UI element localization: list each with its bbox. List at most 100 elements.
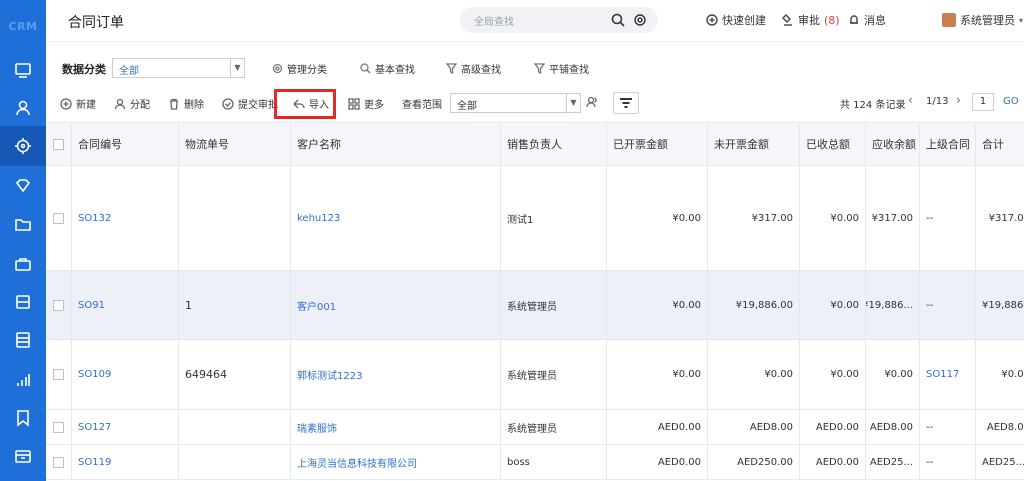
contract-id-link[interactable]: SO109 <box>72 340 179 409</box>
row-select-cell <box>46 340 72 409</box>
list-icon <box>16 332 30 348</box>
quick-create-button[interactable]: 快速创建 <box>706 12 766 28</box>
column-filter-button[interactable] <box>613 92 639 114</box>
approval-button[interactable]: 审批 (8) <box>782 12 840 28</box>
manage-category-button[interactable]: 管理分类 <box>272 61 327 76</box>
sidebar-item-tags[interactable] <box>0 166 46 206</box>
received-cell: ¥0.00 <box>800 271 866 339</box>
row-select-cell <box>46 445 72 479</box>
column-header[interactable]: 物流单号 <box>179 123 291 166</box>
search-settings-icon[interactable] <box>632 12 648 28</box>
column-header[interactable]: 客户名称 <box>291 123 501 166</box>
user-menu[interactable]: 系统管理员 ▾ <box>942 12 1023 28</box>
sidebar: CRM <box>0 0 46 481</box>
row-select-cell <box>46 166 72 270</box>
grid-icon <box>348 97 360 110</box>
chevron-left-icon[interactable]: ‹ <box>908 93 913 107</box>
invoiced-cell: AED0.00 <box>607 445 708 479</box>
column-header[interactable]: 销售负责人 <box>501 123 607 166</box>
submit-approval-button[interactable]: 提交审批 <box>222 96 278 111</box>
total-cell: AED8.00 <box>986 421 1024 433</box>
flat-search-button[interactable]: 平铺查找 <box>534 61 589 76</box>
sidebar-item-reports[interactable] <box>0 320 46 360</box>
column-header[interactable]: 应收余额 <box>866 123 920 166</box>
contract-id-link[interactable]: SO127 <box>72 410 179 444</box>
customer-link[interactable]: 上海灵当信息科技有限公司 <box>291 445 501 479</box>
search-icon <box>360 63 371 74</box>
advanced-search-button[interactable]: 高级查找 <box>446 61 501 76</box>
table-row[interactable]: SO132 kehu123 测试1 ¥0.00 ¥317.00 ¥0.00 ¥3… <box>46 166 1024 271</box>
sidebar-item-sales[interactable] <box>0 126 46 166</box>
sidebar-item-workbench[interactable] <box>0 50 46 90</box>
chevron-down-icon: ▼ <box>230 59 244 77</box>
uninvoiced-cell: ¥19,886.00 <box>708 271 800 339</box>
column-header[interactable]: 上级合同 <box>920 123 976 166</box>
sidebar-item-analytics[interactable] <box>0 360 46 400</box>
row-checkbox[interactable] <box>53 299 64 311</box>
invoiced-cell: ¥0.00 <box>607 340 708 409</box>
table-row[interactable]: SO127 瑞素服饰 系统管理员 AED0.00 AED8.00 AED0.00… <box>46 410 1024 445</box>
basic-search-button[interactable]: 基本查找 <box>360 61 415 76</box>
contract-id-link[interactable]: SO132 <box>72 166 179 270</box>
parent-contract-cell: -- <box>920 410 976 444</box>
receivable-cell: ¥0.00 <box>866 340 920 409</box>
crosshair-icon <box>15 138 31 154</box>
owner-cell: 测试1 <box>501 166 607 270</box>
invoiced-cell: AED0.00 <box>607 410 708 444</box>
column-header[interactable]: 合同编号 <box>72 123 179 166</box>
new-label: 新建 <box>76 100 96 111</box>
scope-select[interactable]: 全部 ▼ <box>450 93 581 113</box>
sidebar-item-favorites[interactable] <box>0 398 46 438</box>
logistics-cell <box>179 410 291 444</box>
parent-contract-link[interactable]: SO117 <box>920 340 976 409</box>
owner-cell: boss <box>501 445 607 479</box>
select-all-checkbox[interactable] <box>53 139 64 150</box>
more-label: 更多 <box>364 100 384 111</box>
customer-link[interactable]: 郭标测试1223 <box>291 340 501 409</box>
table-row[interactable]: SO109 649464 郭标测试1223 系统管理员 ¥0.00 ¥0.00 … <box>46 340 1024 410</box>
customer-link[interactable]: 瑞素服饰 <box>291 410 501 444</box>
search-icon[interactable] <box>610 12 626 28</box>
scope-label: 查看范围 <box>402 100 442 111</box>
sidebar-item-apps[interactable] <box>0 282 46 322</box>
column-header[interactable]: 合计 <box>976 123 1024 166</box>
delete-button[interactable]: 删除 <box>168 96 204 111</box>
category-select[interactable]: 全部 ▼ <box>112 58 245 78</box>
filter-lines-icon <box>620 98 632 108</box>
new-button[interactable]: 新建 <box>60 96 96 111</box>
customer-link[interactable]: 客户001 <box>291 271 501 339</box>
user-icon <box>114 98 126 109</box>
sidebar-item-files[interactable] <box>0 204 46 244</box>
go-button[interactable]: GO <box>1003 96 1019 107</box>
row-checkbox[interactable] <box>53 369 64 380</box>
logistics-cell: 649464 <box>179 340 291 409</box>
row-select-cell <box>46 410 72 444</box>
row-checkbox[interactable] <box>53 456 64 468</box>
chevron-right-icon[interactable]: › <box>956 93 961 107</box>
page-number-input[interactable]: 1 <box>972 93 994 111</box>
customer-link[interactable]: kehu123 <box>291 166 501 270</box>
more-button[interactable]: 更多 <box>348 96 384 111</box>
messages-button[interactable]: 消息 <box>848 12 886 28</box>
column-header[interactable]: 已收总额 <box>800 123 866 166</box>
contract-id-link[interactable]: SO119 <box>72 445 179 479</box>
assign-button[interactable]: 分配 <box>114 96 150 111</box>
table-row[interactable]: SO119 上海灵当信息科技有限公司 boss AED0.00 AED250.0… <box>46 445 1024 480</box>
row-checkbox[interactable] <box>53 421 64 433</box>
table-row[interactable]: SO91 1 客户001 系统管理员 ¥0.00 ¥19,886.00 ¥0.0… <box>46 271 1024 340</box>
plus-circle-icon <box>706 14 718 26</box>
manage-category-label: 管理分类 <box>287 65 327 76</box>
sidebar-item-archive[interactable] <box>0 436 46 476</box>
column-header[interactable]: 已开票金额 <box>607 123 708 166</box>
parent-contract-cell: -- <box>920 166 976 270</box>
receivable-cell: AED25... <box>866 445 920 479</box>
sidebar-item-projects[interactable] <box>0 244 46 284</box>
sidebar-item-customers[interactable] <box>0 88 46 128</box>
column-header[interactable]: 未开票金额 <box>708 123 800 166</box>
user-group-button[interactable] <box>586 96 598 108</box>
global-search[interactable]: 全局查找 <box>460 7 658 33</box>
contract-id-link[interactable]: SO91 <box>72 271 179 339</box>
archive-icon <box>15 450 31 463</box>
row-checkbox[interactable] <box>53 212 64 224</box>
search-placeholder: 全局查找 <box>474 17 514 28</box>
